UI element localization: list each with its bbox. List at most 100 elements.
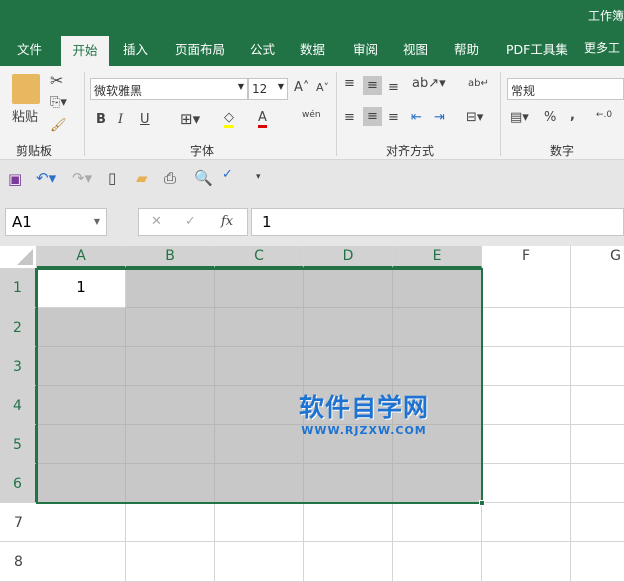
underline-button[interactable]: U: [140, 112, 150, 127]
insert-function-button[interactable]: fx: [221, 214, 233, 229]
column-header-c[interactable]: C: [215, 246, 304, 268]
paste-button[interactable]: 粘贴: [12, 106, 38, 125]
cell-a1[interactable]: 1: [37, 268, 126, 308]
cell-a8[interactable]: [37, 542, 126, 582]
cell-f5[interactable]: [482, 425, 571, 464]
column-header-b[interactable]: B: [126, 246, 215, 268]
cell-e7[interactable]: [393, 503, 482, 542]
redo-icon[interactable]: ↷▾: [72, 169, 92, 187]
font-name-select[interactable]: 微软雅黑▼: [90, 78, 248, 100]
tab-review[interactable]: 审阅: [353, 39, 378, 58]
row-header-4[interactable]: 4: [0, 386, 37, 425]
print-icon[interactable]: ⎙: [164, 169, 176, 187]
cell-f3[interactable]: [482, 347, 571, 386]
print-preview-icon[interactable]: 🔍: [194, 169, 213, 187]
column-header-f[interactable]: F: [482, 246, 571, 268]
increase-font-icon[interactable]: A˄: [294, 80, 309, 95]
cell-f1[interactable]: [482, 268, 571, 308]
cancel-icon[interactable]: ✕: [151, 214, 162, 229]
font-size-select[interactable]: 12▼: [248, 78, 288, 100]
open-folder-icon[interactable]: ▰: [136, 169, 148, 187]
cell-e1[interactable]: [393, 268, 482, 308]
cell-g1[interactable]: [571, 268, 624, 308]
decrease-font-icon[interactable]: A˅: [316, 81, 329, 94]
cell-b5[interactable]: [126, 425, 215, 464]
copy-icon[interactable]: ⎘▾: [50, 95, 67, 110]
column-header-a[interactable]: A: [37, 246, 126, 268]
cell-a5[interactable]: [37, 425, 126, 464]
cell-b1[interactable]: [126, 268, 215, 308]
borders-icon[interactable]: ⊞▾: [180, 110, 200, 128]
tab-page-layout[interactable]: 页面布局: [175, 39, 225, 58]
cell-g6[interactable]: [571, 464, 624, 503]
tab-formulas[interactable]: 公式: [250, 39, 275, 58]
row-header-6[interactable]: 6: [0, 464, 37, 503]
cell-b8[interactable]: [126, 542, 215, 582]
cell-b4[interactable]: [126, 386, 215, 425]
align-middle-icon[interactable]: ≡: [363, 76, 382, 95]
cell-c8[interactable]: [215, 542, 304, 582]
row-header-1[interactable]: 1: [0, 268, 37, 308]
cell-a4[interactable]: [37, 386, 126, 425]
cell-c3[interactable]: [215, 347, 304, 386]
cell-b7[interactable]: [126, 503, 215, 542]
tab-view[interactable]: 视图: [403, 39, 428, 58]
cell-g5[interactable]: [571, 425, 624, 464]
cell-e8[interactable]: [393, 542, 482, 582]
cell-g2[interactable]: [571, 308, 624, 347]
new-file-icon[interactable]: ▯: [108, 169, 116, 187]
increase-indent-icon[interactable]: ⇥: [434, 110, 445, 125]
row-header-3[interactable]: 3: [0, 347, 37, 386]
wrap-text-icon[interactable]: ab↵: [468, 78, 489, 89]
align-top-icon[interactable]: ≡: [344, 76, 355, 91]
column-header-g[interactable]: G: [571, 246, 624, 268]
cell-f4[interactable]: [482, 386, 571, 425]
comma-button[interactable]: ,: [570, 108, 575, 123]
cell-c7[interactable]: [215, 503, 304, 542]
align-center-icon[interactable]: ≡: [363, 107, 382, 126]
tab-more[interactable]: 更多工: [584, 39, 620, 56]
cell-a7[interactable]: [37, 503, 126, 542]
format-painter-icon[interactable]: 🖌: [50, 118, 67, 133]
decrease-indent-icon[interactable]: ⇤: [411, 110, 422, 125]
italic-button[interactable]: I: [118, 112, 123, 127]
column-header-e[interactable]: E: [393, 246, 482, 268]
row-header-8[interactable]: 8: [0, 542, 37, 582]
cell-a6[interactable]: [37, 464, 126, 503]
cell-f7[interactable]: [482, 503, 571, 542]
fill-handle[interactable]: [479, 500, 485, 506]
tab-insert[interactable]: 插入: [123, 39, 148, 58]
column-header-d[interactable]: D: [304, 246, 393, 268]
number-format-select[interactable]: 常规: [507, 78, 624, 100]
fill-color-icon[interactable]: ◇: [224, 110, 234, 128]
tab-pdf-tools[interactable]: PDF工具集: [506, 39, 568, 58]
tab-help[interactable]: 帮助: [454, 39, 479, 58]
accounting-format-icon[interactable]: ▤▾: [510, 110, 529, 125]
select-all-button[interactable]: [0, 246, 37, 268]
row-header-2[interactable]: 2: [0, 308, 37, 347]
bold-button[interactable]: B: [96, 112, 106, 127]
font-color-icon[interactable]: A: [258, 110, 267, 128]
cell-f2[interactable]: [482, 308, 571, 347]
cell-c2[interactable]: [215, 308, 304, 347]
cell-e3[interactable]: [393, 347, 482, 386]
row-header-7[interactable]: 7: [0, 503, 37, 542]
merge-center-icon[interactable]: ⊟▾: [466, 110, 483, 125]
cell-g7[interactable]: [571, 503, 624, 542]
formula-input[interactable]: 1: [251, 208, 624, 236]
enter-icon[interactable]: ✓: [185, 214, 196, 229]
align-right-icon[interactable]: ≡: [388, 110, 399, 125]
cell-b2[interactable]: [126, 308, 215, 347]
tab-data[interactable]: 数据: [300, 39, 325, 58]
save-icon[interactable]: ▣: [8, 170, 22, 188]
cell-d8[interactable]: [304, 542, 393, 582]
increase-decimal-icon[interactable]: ←.0: [596, 110, 612, 120]
cell-g4[interactable]: [571, 386, 624, 425]
cell-d2[interactable]: [304, 308, 393, 347]
align-bottom-icon[interactable]: ≡: [388, 80, 399, 95]
cell-b6[interactable]: [126, 464, 215, 503]
cell-d6[interactable]: [304, 464, 393, 503]
cell-d1[interactable]: [304, 268, 393, 308]
customize-qat-icon[interactable]: ▾: [256, 172, 261, 182]
cell-g8[interactable]: [571, 542, 624, 582]
